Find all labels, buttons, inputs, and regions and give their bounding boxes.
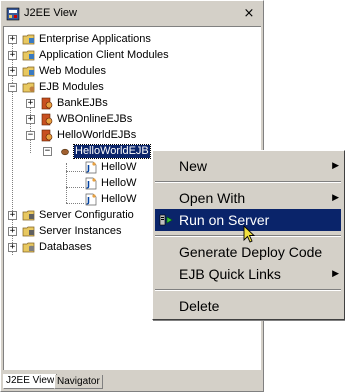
tree-item-label: HelloW	[101, 193, 137, 205]
tree-item-label: HelloWorldEJBs	[57, 129, 137, 141]
tree-item-label: Application Client Modules	[39, 49, 169, 61]
tree-item-label: HelloW	[101, 161, 137, 173]
bean-icon	[61, 148, 69, 156]
menu-separator	[155, 181, 341, 183]
expand-toggle[interactable]: +	[26, 99, 35, 108]
svg-text:J: J	[86, 180, 90, 189]
tree-item-label: Databases	[39, 241, 92, 253]
expand-toggle[interactable]: +	[8, 35, 17, 44]
tree-item-label: Server Instances	[39, 225, 122, 237]
tree-item-label: HelloWorldEJB	[73, 144, 151, 159]
menu-item-open-with[interactable]: Open With ▶	[155, 187, 341, 209]
view-titlebar[interactable]: J2EE View ×	[2, 3, 261, 25]
tree-item-label: BankEJBs	[57, 97, 108, 109]
expand-toggle[interactable]: +	[8, 211, 17, 220]
mouse-cursor-icon	[243, 225, 256, 243]
folder-icon	[22, 210, 35, 221]
expand-toggle[interactable]: +	[8, 67, 17, 76]
menu-item-delete[interactable]: Delete	[155, 295, 341, 317]
submenu-arrow-icon: ▶	[332, 269, 339, 279]
expand-toggle[interactable]: +	[8, 243, 17, 252]
tab-navigator[interactable]: Navigator	[54, 375, 103, 389]
folder-icon	[22, 34, 35, 45]
tree-connector	[66, 187, 84, 188]
menu-item-label: Delete	[179, 298, 220, 314]
tree-item-label: Enterprise Applications	[39, 33, 151, 45]
folder-icon	[22, 226, 35, 237]
folder-icon	[22, 50, 35, 61]
tree-item-label: EJB Modules	[39, 81, 104, 93]
collapse-toggle[interactable]: −	[43, 147, 52, 156]
expand-toggle[interactable]: +	[26, 115, 35, 124]
menu-item-label: Open With	[179, 190, 246, 206]
ejb-jar-icon	[41, 113, 53, 126]
collapse-toggle[interactable]: −	[26, 131, 35, 140]
svg-text:J: J	[86, 164, 90, 173]
tree-connector	[66, 171, 84, 172]
submenu-arrow-icon: ▶	[332, 193, 339, 203]
tree-connector	[66, 163, 67, 203]
expand-toggle[interactable]: +	[8, 51, 17, 60]
tab-j2ee-view[interactable]: J2EE View	[3, 374, 58, 389]
run-on-server-icon	[159, 214, 173, 226]
view-tabs: J2EE View Navigator	[3, 374, 261, 390]
menu-item-new[interactable]: New ▶	[155, 155, 341, 177]
menu-separator	[155, 289, 341, 291]
ejb-jar-icon	[41, 129, 53, 142]
view-title: J2EE View	[24, 7, 77, 19]
tree-connector	[66, 203, 84, 204]
tree-item-label: WBOnlineEJBs	[57, 113, 133, 125]
folder-icon	[22, 82, 35, 93]
tree-item-label: HelloW	[101, 177, 137, 189]
collapse-toggle[interactable]: −	[8, 83, 17, 92]
submenu-arrow-icon: ▶	[332, 161, 339, 171]
expand-toggle[interactable]: +	[8, 227, 17, 236]
svg-text:J: J	[86, 196, 90, 205]
close-button[interactable]: ×	[241, 6, 257, 22]
j2ee-view-icon	[6, 7, 20, 21]
tree-item-label: Web Modules	[39, 65, 107, 77]
menu-item-ejb-quick-links[interactable]: EJB Quick Links ▶	[155, 263, 341, 285]
menu-item-label: EJB Quick Links	[179, 266, 281, 282]
folder-icon	[22, 66, 35, 77]
database-icon	[22, 242, 35, 253]
ejb-jar-icon	[41, 97, 53, 110]
menu-item-label: New	[179, 158, 208, 174]
java-class-icon: J	[85, 193, 97, 206]
java-class-icon: J	[85, 161, 97, 174]
java-class-icon: J	[85, 177, 97, 190]
tree-item-label: Server Configuratio	[39, 209, 134, 221]
